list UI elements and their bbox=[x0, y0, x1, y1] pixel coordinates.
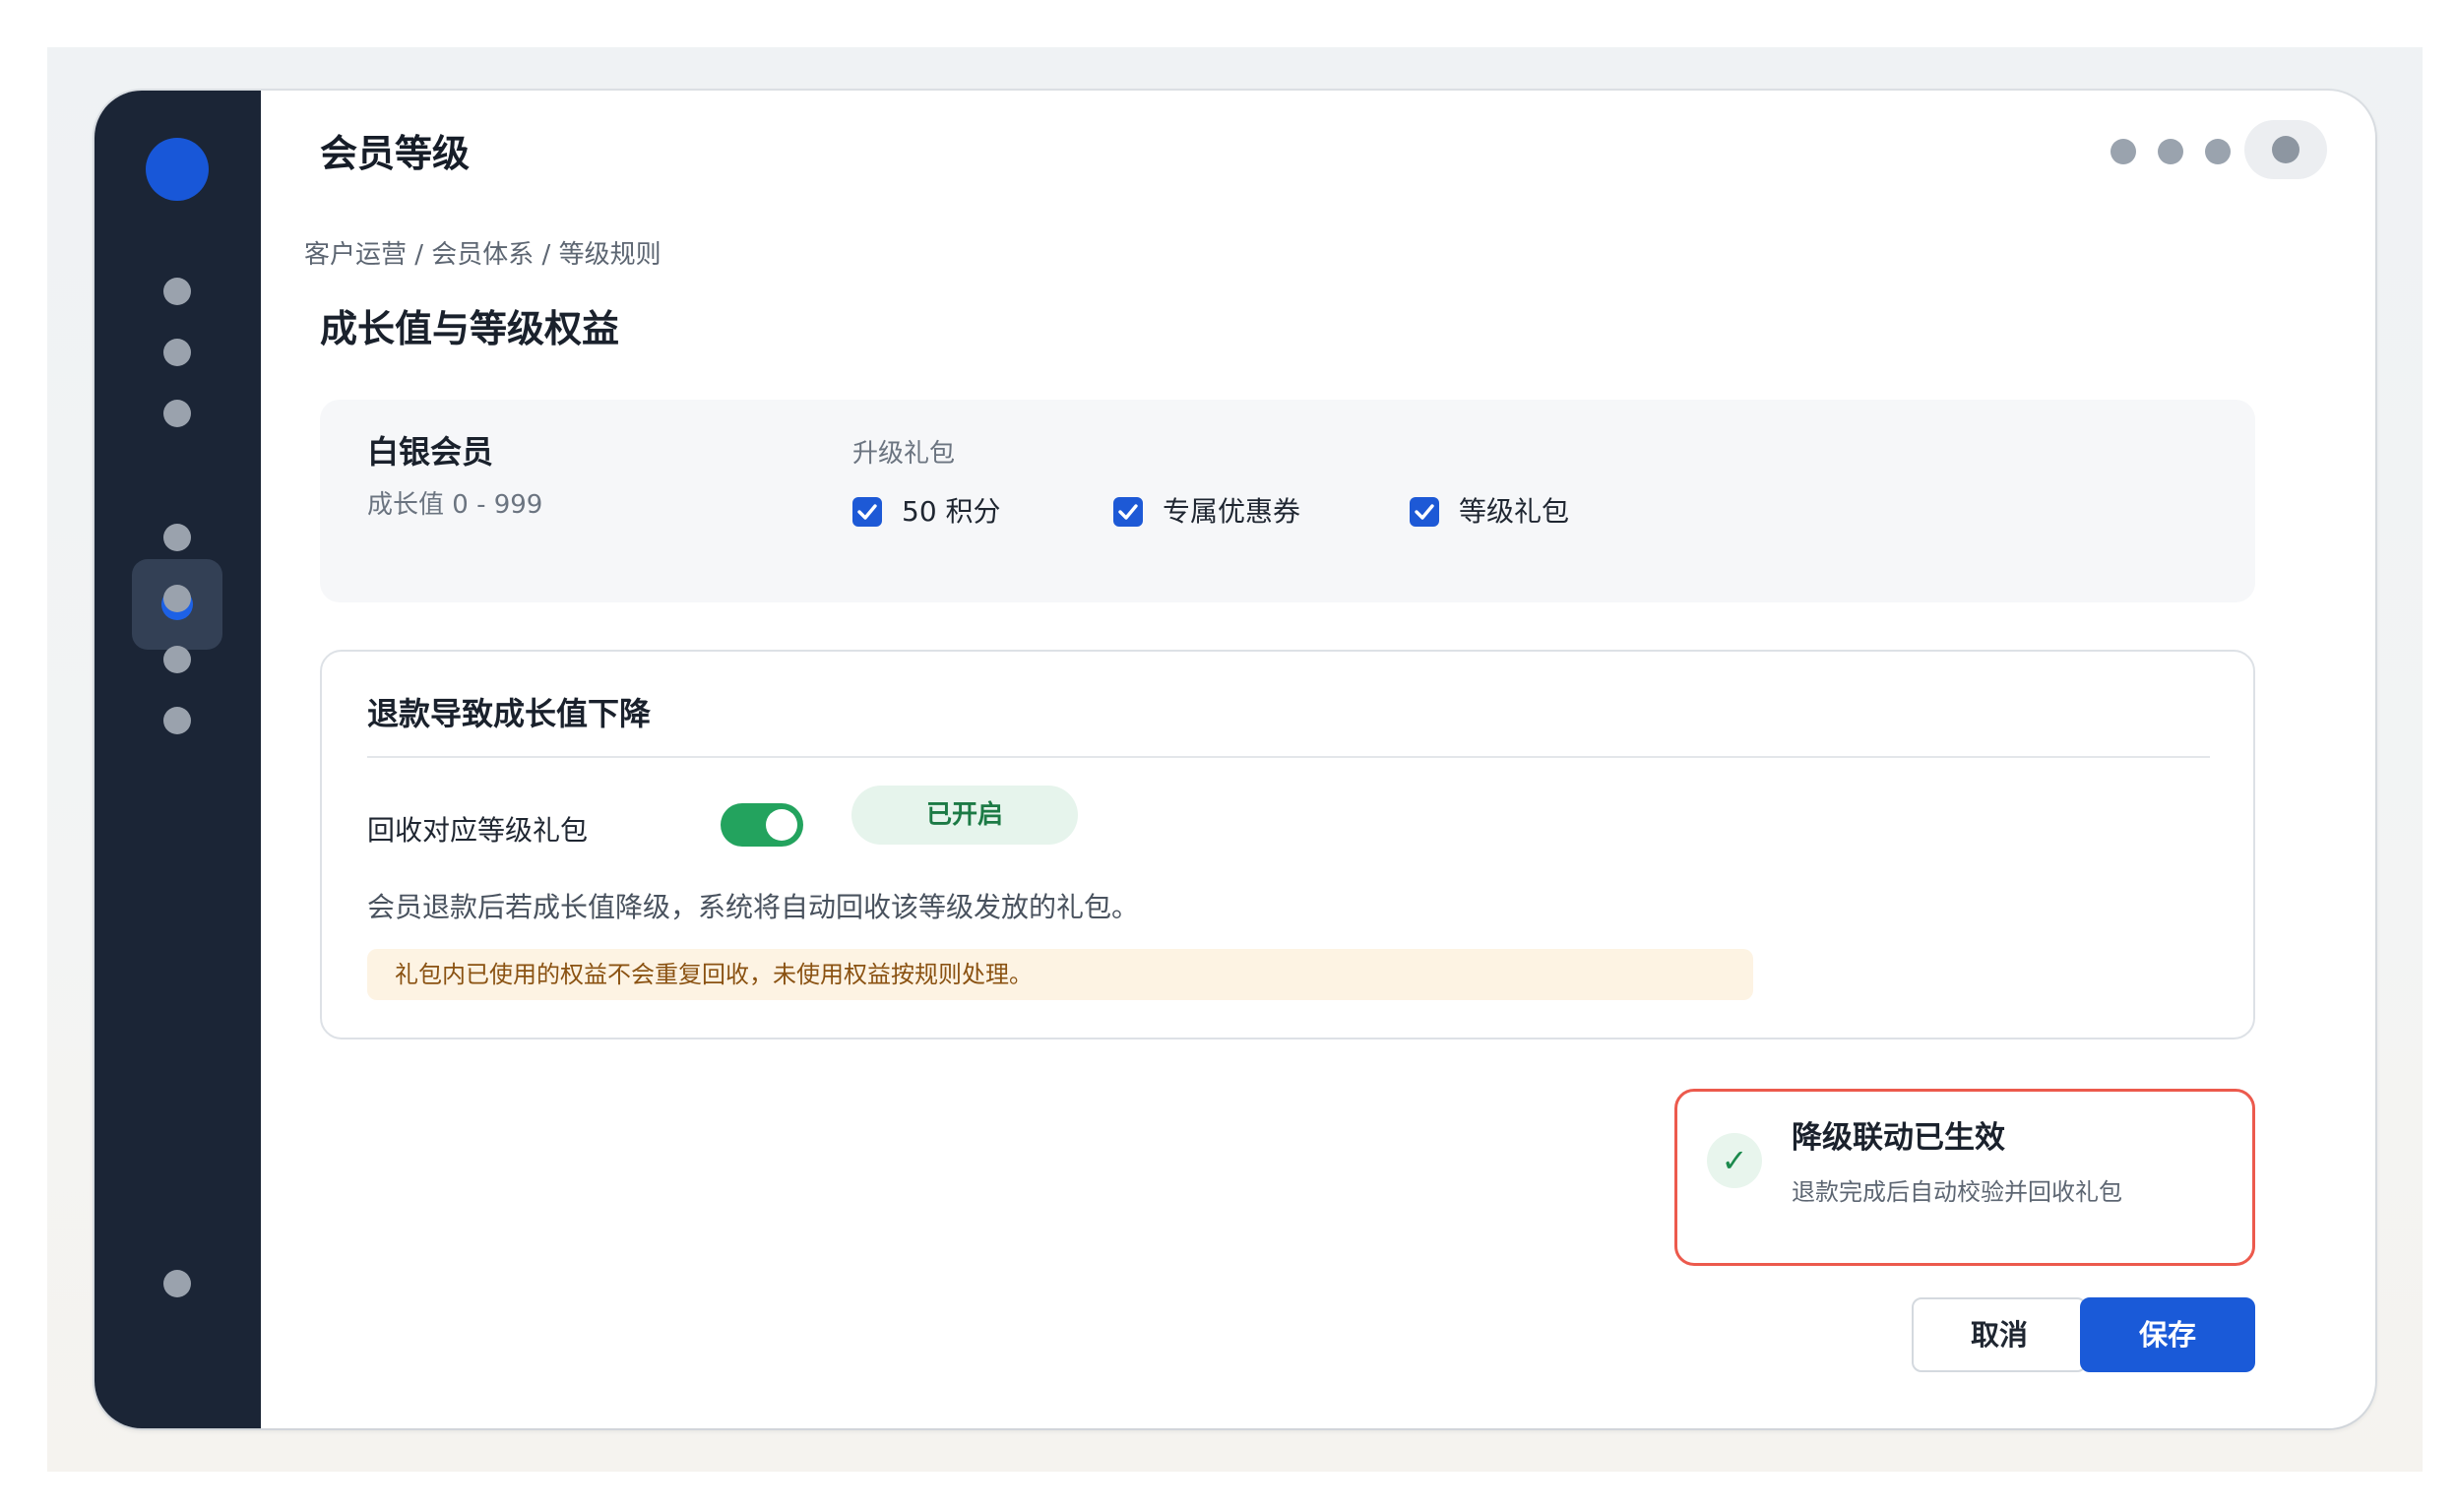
app-window: 会员等级 客户运营 / 会员体系 / 等级规则 成长值与等级权益 白银会员 成长… bbox=[94, 91, 2375, 1428]
page-title: 成长值与等级权益 bbox=[320, 307, 620, 350]
reclaim-gift-toggle[interactable] bbox=[721, 803, 803, 847]
sidebar-item-6[interactable] bbox=[163, 585, 191, 612]
level-card-silver: 白银会员 成长值 0 - 999 升级礼包 50 积分 专属优惠券 等级礼包 bbox=[320, 400, 2255, 602]
user-avatar[interactable] bbox=[2244, 120, 2327, 179]
app-title: 会员等级 bbox=[320, 132, 471, 175]
gift-checkbox-points[interactable]: 50 积分 bbox=[852, 492, 1001, 532]
gift-label-coupon: 专属优惠券 bbox=[1163, 495, 1301, 528]
sidebar-item-1[interactable] bbox=[163, 278, 191, 305]
toast-description: 退款完成后自动校验并回收礼包 bbox=[1792, 1178, 2122, 1206]
level-growth-range: 成长值 0 - 999 bbox=[367, 490, 543, 520]
checkbox-checked-icon[interactable] bbox=[1410, 497, 1439, 527]
main-content: 会员等级 客户运营 / 会员体系 / 等级规则 成长值与等级权益 白银会员 成长… bbox=[261, 91, 2375, 1428]
success-toast: ✓ 降级联动已生效 退款完成后自动校验并回收礼包 bbox=[1674, 1089, 2255, 1266]
sidebar-item-3[interactable] bbox=[163, 400, 191, 427]
breadcrumb: 客户运营 / 会员体系 / 等级规则 bbox=[304, 240, 662, 270]
toggle-knob bbox=[766, 809, 797, 841]
save-button[interactable]: 保存 bbox=[2080, 1297, 2255, 1372]
cancel-button[interactable]: 取消 bbox=[1912, 1297, 2087, 1372]
sidebar-item-7[interactable] bbox=[163, 646, 191, 673]
check-icon: ✓ bbox=[1707, 1133, 1762, 1188]
checkbox-checked-icon[interactable] bbox=[852, 497, 882, 527]
sidebar-item-settings[interactable] bbox=[163, 1270, 191, 1297]
upgrade-gift-label: 升级礼包 bbox=[852, 439, 956, 469]
refund-rule-description: 会员退款后若成长值降级，系统将自动回收该等级发放的礼包。 bbox=[367, 891, 1140, 923]
reclaim-gift-label: 回收对应等级礼包 bbox=[367, 814, 589, 847]
sidebar-item-8[interactable] bbox=[163, 707, 191, 734]
refund-rule-card: 退款导致成长值下降 回收对应等级礼包 已开启 会员退款后若成长值降级，系统将自动… bbox=[320, 650, 2255, 1040]
header-action-1-icon[interactable] bbox=[2110, 139, 2136, 164]
toast-title: 降级联动已生效 bbox=[1792, 1120, 2005, 1156]
app-logo[interactable] bbox=[146, 138, 209, 201]
header-action-2-icon[interactable] bbox=[2158, 139, 2183, 164]
header-action-3-icon[interactable] bbox=[2205, 139, 2231, 164]
sidebar-item-2[interactable] bbox=[163, 339, 191, 366]
sidebar-item-5[interactable] bbox=[163, 524, 191, 551]
status-badge: 已开启 bbox=[851, 786, 1078, 845]
gift-checkbox-coupon[interactable]: 专属优惠券 bbox=[1113, 492, 1300, 532]
gift-label-points: 50 积分 bbox=[902, 495, 1001, 528]
refund-rule-note: 礼包内已使用的权益不会重复回收，未使用权益按规则处理。 bbox=[367, 949, 1753, 1000]
refund-rule-title: 退款导致成长值下降 bbox=[367, 695, 652, 732]
gift-checkbox-level-gift[interactable]: 等级礼包 bbox=[1410, 492, 1569, 532]
sidebar bbox=[94, 91, 261, 1428]
gift-label-level-gift: 等级礼包 bbox=[1459, 495, 1570, 528]
level-name: 白银会员 bbox=[367, 433, 494, 471]
checkbox-checked-icon[interactable] bbox=[1113, 497, 1143, 527]
section-divider bbox=[367, 756, 2210, 758]
avatar-icon bbox=[2272, 136, 2300, 163]
